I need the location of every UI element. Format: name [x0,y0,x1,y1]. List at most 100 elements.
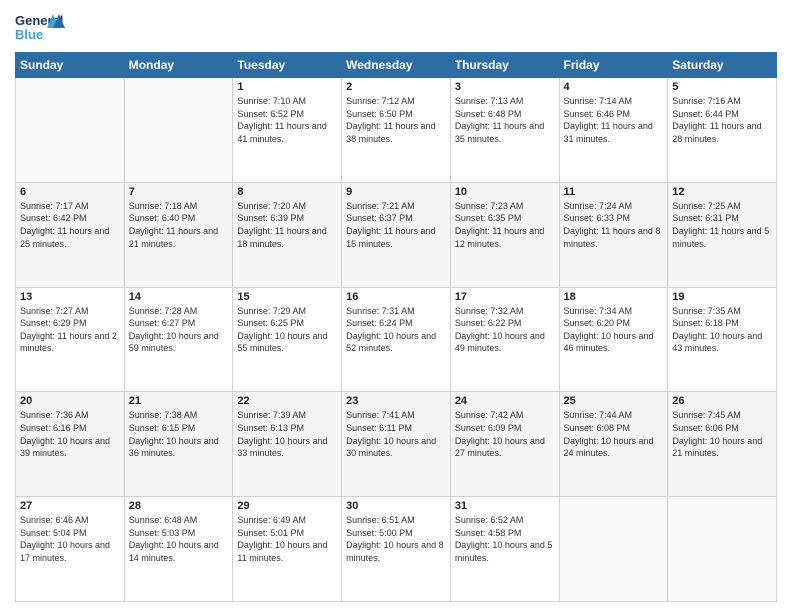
calendar-cell: 6 Sunrise: 7:17 AM Sunset: 6:42 PM Daylig… [16,182,125,287]
week-row-5: 27Sunrise: 6:46 AM Sunset: 5:04 PM Dayli… [16,497,777,602]
calendar-cell: 11 Sunrise: 7:24 AM Sunset: 6:33 PM Dayli… [559,182,668,287]
calendar-cell [124,78,233,183]
day-number: 13 [20,291,120,303]
day-info: Sunrise: 7:25 AM Sunset: 6:31 PM Dayligh… [672,200,772,250]
header-thursday: Thursday [450,53,559,78]
calendar-cell: 22 Sunrise: 7:39 AM Sunset: 6:13 PM Dayli… [233,392,342,497]
day-info: Sunrise: 7:31 AM Sunset: 6:24 PM Dayligh… [346,305,446,355]
day-info: Sunrise: 7:29 AM Sunset: 6:25 PM Dayligh… [237,305,337,355]
header-monday: Monday [124,53,233,78]
day-info: Sunrise: 7:44 AM Sunset: 6:08 PM Dayligh… [564,409,664,459]
day-number: 21 [129,395,229,407]
day-info: Sunrise: 7:42 AM Sunset: 6:09 PM Dayligh… [455,409,555,459]
day-number: 22 [237,395,337,407]
header-saturday: Saturday [668,53,777,78]
day-info: Sunrise: 7:27 AM Sunset: 6:29 PM Dayligh… [20,305,120,355]
day-number: 30 [346,500,446,512]
calendar-cell: 2 Sunrise: 7:12 AM Sunset: 6:50 PM Daylig… [342,78,451,183]
day-number: 24 [455,395,555,407]
day-number: 8 [237,186,337,198]
calendar-cell: 8 Sunrise: 7:20 AM Sunset: 6:39 PM Daylig… [233,182,342,287]
day-info: Sunrise: 6:51 AM Sunset: 5:00 PM Dayligh… [346,514,446,564]
day-number: 25 [564,395,664,407]
day-number: 4 [564,81,664,93]
day-number: 19 [672,291,772,303]
day-number: 11 [564,186,664,198]
svg-text:Blue: Blue [15,27,43,42]
calendar-cell: 10Sunrise: 7:23 AM Sunset: 6:35 PM Dayli… [450,182,559,287]
week-row-1: 1 Sunrise: 7:10 AM Sunset: 6:52 PM Daylig… [16,78,777,183]
calendar-cell: 9Sunrise: 7:21 AM Sunset: 6:37 PM Daylig… [342,182,451,287]
calendar-header-row: SundayMondayTuesdayWednesdayThursdayFrid… [16,53,777,78]
calendar-cell: 15 Sunrise: 7:29 AM Sunset: 6:25 PM Dayli… [233,287,342,392]
calendar-cell: 23 Sunrise: 7:41 AM Sunset: 6:11 PM Dayli… [342,392,451,497]
calendar-cell: 21 Sunrise: 7:38 AM Sunset: 6:15 PM Dayli… [124,392,233,497]
day-info: Sunrise: 7:38 AM Sunset: 6:15 PM Dayligh… [129,409,229,459]
calendar-cell: 30 Sunrise: 6:51 AM Sunset: 5:00 PM Dayli… [342,497,451,602]
calendar-cell: 18Sunrise: 7:34 AM Sunset: 6:20 PM Dayli… [559,287,668,392]
day-number: 1 [237,81,337,93]
day-number: 23 [346,395,446,407]
day-info: Sunrise: 6:46 AM Sunset: 5:04 PM Dayligh… [20,514,120,564]
day-info: Sunrise: 7:24 AM Sunset: 6:33 PM Dayligh… [564,200,664,250]
header: GeneralBlue [15,10,777,46]
calendar-cell: 13 Sunrise: 7:27 AM Sunset: 6:29 PM Dayli… [16,287,125,392]
day-number: 12 [672,186,772,198]
calendar-cell: 26Sunrise: 7:45 AM Sunset: 6:06 PM Dayli… [668,392,777,497]
day-number: 16 [346,291,446,303]
day-number: 2 [346,81,446,93]
calendar-cell: 28 Sunrise: 6:48 AM Sunset: 5:03 PM Dayli… [124,497,233,602]
day-info: Sunrise: 7:14 AM Sunset: 6:46 PM Dayligh… [564,95,664,145]
calendar-cell: 12 Sunrise: 7:25 AM Sunset: 6:31 PM Dayli… [668,182,777,287]
calendar-cell: 5Sunrise: 7:16 AM Sunset: 6:44 PM Daylig… [668,78,777,183]
day-number: 5 [672,81,772,93]
calendar-cell [668,497,777,602]
header-sunday: Sunday [16,53,125,78]
day-number: 29 [237,500,337,512]
day-info: Sunrise: 6:48 AM Sunset: 5:03 PM Dayligh… [129,514,229,564]
calendar-cell: 4 Sunrise: 7:14 AM Sunset: 6:46 PM Daylig… [559,78,668,183]
day-info: Sunrise: 7:39 AM Sunset: 6:13 PM Dayligh… [237,409,337,459]
calendar-table: SundayMondayTuesdayWednesdayThursdayFrid… [15,52,777,602]
day-info: Sunrise: 7:18 AM Sunset: 6:40 PM Dayligh… [129,200,229,250]
page: GeneralBlue SundayMondayTuesdayWednesday… [0,0,792,612]
day-info: Sunrise: 7:10 AM Sunset: 6:52 PM Dayligh… [237,95,337,145]
day-number: 15 [237,291,337,303]
calendar-cell: 17 Sunrise: 7:32 AM Sunset: 6:22 PM Dayli… [450,287,559,392]
week-row-3: 13 Sunrise: 7:27 AM Sunset: 6:29 PM Dayli… [16,287,777,392]
day-number: 17 [455,291,555,303]
day-info: Sunrise: 7:13 AM Sunset: 6:48 PM Dayligh… [455,95,555,145]
day-info: Sunrise: 6:52 AM Sunset: 4:58 PM Dayligh… [455,514,555,564]
calendar-cell: 20Sunrise: 7:36 AM Sunset: 6:16 PM Dayli… [16,392,125,497]
day-info: Sunrise: 7:35 AM Sunset: 6:18 PM Dayligh… [672,305,772,355]
header-tuesday: Tuesday [233,53,342,78]
logo-svg: GeneralBlue [15,10,65,46]
day-number: 28 [129,500,229,512]
day-number: 6 [20,186,120,198]
day-info: Sunrise: 7:36 AM Sunset: 6:16 PM Dayligh… [20,409,120,459]
day-number: 3 [455,81,555,93]
day-number: 10 [455,186,555,198]
day-info: Sunrise: 7:32 AM Sunset: 6:22 PM Dayligh… [455,305,555,355]
calendar-cell [16,78,125,183]
day-info: Sunrise: 7:41 AM Sunset: 6:11 PM Dayligh… [346,409,446,459]
header-wednesday: Wednesday [342,53,451,78]
logo: GeneralBlue [15,10,65,46]
day-info: Sunrise: 7:20 AM Sunset: 6:39 PM Dayligh… [237,200,337,250]
calendar-cell: 27Sunrise: 6:46 AM Sunset: 5:04 PM Dayli… [16,497,125,602]
week-row-4: 20Sunrise: 7:36 AM Sunset: 6:16 PM Dayli… [16,392,777,497]
calendar-cell: 1 Sunrise: 7:10 AM Sunset: 6:52 PM Daylig… [233,78,342,183]
day-info: Sunrise: 7:17 AM Sunset: 6:42 PM Dayligh… [20,200,120,250]
day-info: Sunrise: 6:49 AM Sunset: 5:01 PM Dayligh… [237,514,337,564]
calendar-cell: 29 Sunrise: 6:49 AM Sunset: 5:01 PM Dayli… [233,497,342,602]
day-number: 14 [129,291,229,303]
calendar-cell [559,497,668,602]
calendar-cell: 25 Sunrise: 7:44 AM Sunset: 6:08 PM Dayli… [559,392,668,497]
day-number: 18 [564,291,664,303]
week-row-2: 6 Sunrise: 7:17 AM Sunset: 6:42 PM Daylig… [16,182,777,287]
day-number: 26 [672,395,772,407]
day-number: 31 [455,500,555,512]
day-info: Sunrise: 7:21 AM Sunset: 6:37 PM Dayligh… [346,200,446,250]
day-info: Sunrise: 7:12 AM Sunset: 6:50 PM Dayligh… [346,95,446,145]
calendar-cell: 3 Sunrise: 7:13 AM Sunset: 6:48 PM Daylig… [450,78,559,183]
